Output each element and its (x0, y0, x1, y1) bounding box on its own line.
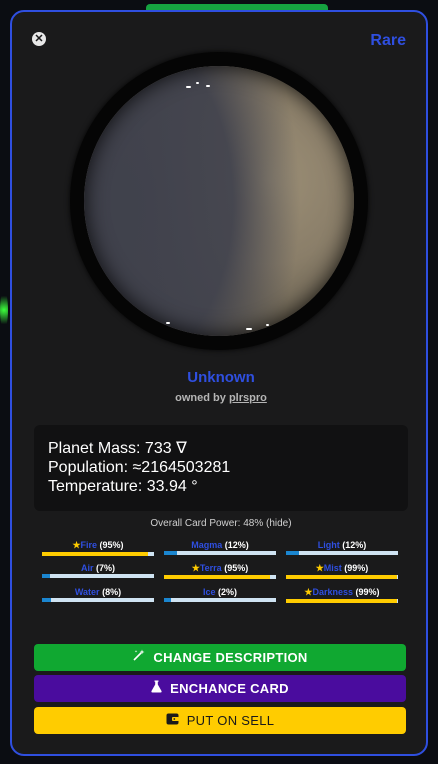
wallet-icon (166, 707, 179, 734)
element-ice: Ice (2%) (164, 587, 276, 602)
owned-by-label: owned by (175, 392, 226, 404)
planet-mass: Planet Mass: 733 ∇ (48, 440, 187, 457)
element-bar-fill (286, 575, 397, 579)
background-glow (0, 290, 8, 330)
element-darkness: ★Darkness (99%) (286, 587, 398, 603)
element-bar (286, 551, 398, 555)
element-label: Ice (2%) (164, 587, 276, 597)
enchance-card-button[interactable]: ENCHANCE CARD (34, 675, 406, 702)
change-description-label: CHANGE DESCRIPTION (153, 650, 308, 665)
element-name: Fire (80, 540, 98, 550)
element-bar (286, 599, 398, 603)
element-light: Light (12%) (286, 540, 398, 555)
stats-box: Planet Mass: 733 ∇ Population: ≈21645032… (34, 425, 408, 511)
element-bar-fill (286, 599, 397, 603)
element-bar-fill (286, 551, 300, 555)
element-bar (42, 574, 154, 578)
element-bar (164, 598, 276, 602)
element-mist: ★Mist (99%) (286, 563, 398, 579)
element-bar-fill (42, 598, 51, 602)
put-on-sell-button[interactable]: PUT ON SELL (34, 707, 406, 734)
owner-line: owned by plrspro (12, 392, 430, 404)
star-icon: ★ (315, 563, 324, 573)
sparkle (186, 86, 191, 88)
element-percent: (8%) (102, 587, 122, 597)
element-percent: (99%) (344, 563, 369, 573)
element-percent: (95%) (224, 563, 249, 573)
element-label: ★Fire (95%) (42, 540, 154, 551)
card-power-toggle[interactable]: Overall Card Power: 48% (hide) (12, 518, 430, 529)
element-bar-fill (164, 598, 171, 602)
element-water: Water (8%) (42, 587, 154, 602)
element-name: Light (317, 540, 340, 550)
sparkle (196, 82, 199, 84)
sparkle (206, 85, 210, 87)
element-bar-fill (164, 575, 271, 579)
element-percent: (7%) (96, 563, 116, 573)
planet-image (84, 66, 354, 336)
star-icon: ★ (72, 540, 81, 550)
change-description-button[interactable]: CHANGE DESCRIPTION (34, 644, 406, 671)
element-name: Mist (323, 563, 342, 573)
element-label: ★Mist (99%) (286, 563, 398, 574)
element-bar (164, 551, 276, 555)
element-percent: (99%) (355, 587, 380, 597)
planet-rim (84, 66, 354, 336)
element-terra: ★Terra (95%) (164, 563, 276, 579)
element-name: Air (80, 563, 94, 573)
element-label: Light (12%) (286, 540, 398, 550)
sparkle (246, 328, 252, 330)
element-bar-fill (164, 551, 178, 555)
temperature: Temperature: 33.94 ° (48, 478, 198, 495)
element-percent: (2%) (218, 587, 238, 597)
element-name: Water (74, 587, 100, 597)
element-bar (42, 552, 154, 556)
element-label: Magma (12%) (164, 540, 276, 550)
element-name: Magma (191, 540, 223, 550)
element-label: ★Darkness (99%) (286, 587, 398, 598)
element-fire: ★Fire (95%) (42, 540, 154, 556)
element-magma: Magma (12%) (164, 540, 276, 555)
element-name: Darkness (312, 587, 354, 597)
put-on-sell-label: PUT ON SELL (186, 713, 275, 728)
star-icon: ★ (191, 563, 200, 573)
element-bar (164, 575, 276, 579)
enchance-card-label: ENCHANCE CARD (170, 681, 289, 696)
element-bar-fill (42, 574, 50, 578)
element-name: Terra (199, 563, 222, 573)
element-bar (286, 575, 398, 579)
element-bar (42, 598, 154, 602)
rarity-label: Rare (370, 32, 406, 49)
planet-name: Unknown (187, 369, 255, 386)
element-label: Water (8%) (42, 587, 154, 597)
sparkle (266, 324, 269, 326)
planet-image-frame (70, 52, 368, 350)
element-percent: (12%) (224, 540, 249, 550)
element-percent: (95%) (99, 540, 124, 550)
planet-card-modal: ✕ Rare Unknown owned by plrspro Planet M… (10, 10, 428, 756)
flask-icon (151, 675, 162, 702)
owner-link[interactable]: plrspro (229, 392, 267, 404)
element-air: Air (7%) (42, 563, 154, 578)
wand-icon (132, 644, 145, 671)
element-label: Air (7%) (42, 563, 154, 573)
population: Population: ≈2164503281 (48, 459, 231, 476)
star-icon: ★ (304, 587, 313, 597)
element-percent: (12%) (342, 540, 367, 550)
element-bar-fill (42, 552, 149, 556)
sparkle (166, 322, 170, 324)
close-button[interactable]: ✕ (32, 32, 46, 46)
element-name: Ice (202, 587, 216, 597)
element-label: ★Terra (95%) (164, 563, 276, 574)
